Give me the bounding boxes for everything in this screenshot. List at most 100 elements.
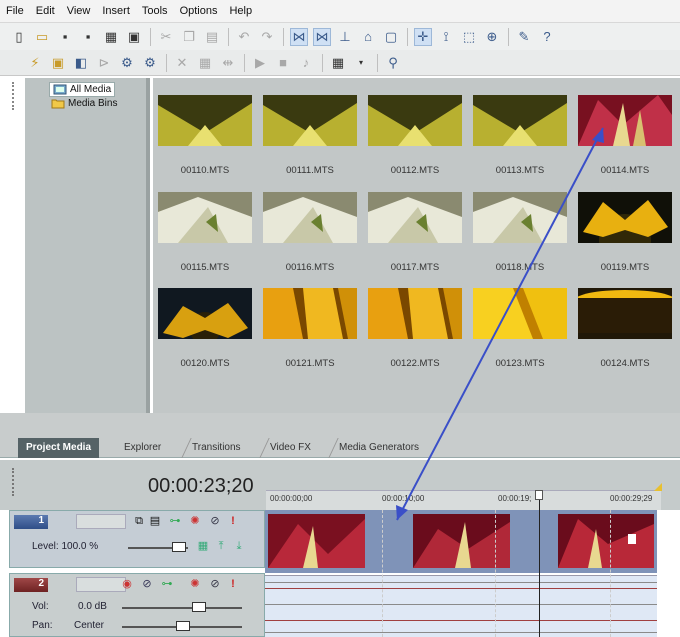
properties-icon[interactable]: ▣ bbox=[125, 28, 143, 46]
auto-preview-icon[interactable]: ♪ bbox=[297, 54, 315, 72]
media-thumbnail[interactable] bbox=[578, 288, 672, 339]
menu-tools[interactable]: Tools bbox=[142, 5, 168, 17]
media-thumbnail[interactable] bbox=[473, 192, 567, 243]
snapping-icon[interactable]: ⋈ bbox=[290, 27, 308, 46]
playhead-handle[interactable] bbox=[535, 490, 543, 500]
warning-icon[interactable]: ! bbox=[226, 514, 240, 528]
arm-record-icon[interactable]: ◉ bbox=[120, 577, 134, 591]
media-thumbnail[interactable] bbox=[158, 95, 252, 146]
tree-label-media-bins: Media Bins bbox=[68, 98, 118, 109]
save-icon[interactable]: ▪ bbox=[56, 28, 74, 46]
properties-media-icon[interactable]: ⚙ bbox=[118, 54, 136, 72]
get-photo-icon[interactable]: ◧ bbox=[72, 54, 90, 72]
media-thumbnail[interactable] bbox=[473, 288, 567, 339]
brush-icon[interactable]: ✎ bbox=[515, 28, 533, 46]
timeline-grip[interactable] bbox=[12, 468, 16, 496]
media-thumbnail[interactable] bbox=[263, 95, 357, 146]
invert-phase-icon[interactable]: ⊘ bbox=[140, 577, 154, 591]
cut-icon[interactable]: ✂ bbox=[157, 28, 175, 46]
redo-icon[interactable]: ↷ bbox=[258, 28, 276, 46]
playhead-cursor[interactable] bbox=[539, 498, 540, 637]
copy-icon[interactable]: ❐ bbox=[180, 28, 198, 46]
clip-icon[interactable]: ▦ bbox=[196, 54, 214, 72]
thumbnail-image bbox=[263, 288, 357, 339]
solo-audio-icon[interactable]: ⊘ bbox=[208, 577, 222, 591]
media-thumbnail[interactable] bbox=[368, 192, 462, 243]
track-motion-icon[interactable]: ⧉ bbox=[132, 514, 146, 528]
collapse-icon[interactable]: ⤓ bbox=[232, 539, 246, 553]
views-icon[interactable]: ▦ bbox=[329, 54, 347, 72]
tab-project-media[interactable]: Project Media bbox=[18, 438, 100, 458]
tree-item-media-bins[interactable]: Media Bins bbox=[51, 98, 117, 109]
audio-track-name-field[interactable] bbox=[76, 577, 126, 592]
bypass-icon[interactable]: ▦ bbox=[196, 539, 210, 553]
ripple-edit-icon[interactable]: ⊥ bbox=[336, 28, 354, 46]
track-fx-icon[interactable]: ▤ bbox=[148, 514, 162, 528]
remove-unused-icon[interactable]: ⊳ bbox=[95, 54, 113, 72]
media-thumbnail[interactable] bbox=[473, 95, 567, 146]
menu-options[interactable]: Options bbox=[180, 5, 218, 17]
video-track-lane[interactable] bbox=[265, 510, 657, 573]
ignore-grouping-icon[interactable]: ▢ bbox=[382, 28, 400, 46]
open-icon[interactable]: ▭ bbox=[33, 28, 51, 46]
composite-mode-icon[interactable]: ⊶ bbox=[168, 514, 182, 528]
loop-marker-icon[interactable] bbox=[654, 483, 662, 491]
menu-file[interactable]: File bbox=[6, 5, 24, 17]
media-fx-icon[interactable]: ⚙ bbox=[141, 54, 159, 72]
search-icon[interactable]: ⚲ bbox=[384, 54, 402, 72]
menu-edit[interactable]: Edit bbox=[36, 5, 55, 17]
thumbnail-image bbox=[578, 192, 672, 243]
menu-view[interactable]: View bbox=[67, 5, 91, 17]
normal-edit-tool-icon[interactable]: ✛ bbox=[414, 27, 432, 46]
menu-insert[interactable]: Insert bbox=[102, 5, 130, 17]
video-clip[interactable] bbox=[558, 514, 654, 568]
timeline-ruler[interactable]: 00:00:00;00 00:00:10;00 00:00:19; 00:00:… bbox=[266, 490, 661, 510]
new-icon[interactable]: ▯ bbox=[10, 28, 28, 46]
media-filename: 00113.MTS bbox=[495, 165, 545, 176]
mute-audio-icon[interactable]: ✺ bbox=[188, 577, 202, 591]
media-thumbnail[interactable] bbox=[578, 192, 672, 243]
help-icon[interactable]: ? bbox=[538, 28, 556, 46]
move-icon[interactable]: ⇹ bbox=[219, 54, 237, 72]
undo-icon[interactable]: ↶ bbox=[235, 28, 253, 46]
toolbar-separator bbox=[508, 27, 509, 46]
audio-track-lane[interactable] bbox=[265, 575, 657, 637]
stop-icon[interactable]: ■ bbox=[274, 54, 292, 72]
auto-crossfade-icon[interactable]: ⋈ bbox=[313, 27, 331, 46]
zoom-tool-icon[interactable]: ⊕ bbox=[483, 28, 501, 46]
expand-icon[interactable]: ⤒ bbox=[214, 539, 228, 553]
media-thumbnail[interactable] bbox=[578, 95, 672, 146]
lock-envelopes-icon[interactable]: ⌂ bbox=[359, 28, 377, 46]
track-fx-audio-icon[interactable]: ⊶ bbox=[160, 577, 174, 591]
pan-knob[interactable] bbox=[176, 621, 190, 631]
play-icon[interactable]: ▶ bbox=[251, 54, 269, 72]
import-media-icon[interactable]: ⚡ bbox=[26, 54, 44, 72]
mute-icon[interactable]: ✺ bbox=[188, 514, 202, 528]
media-thumbnail[interactable] bbox=[263, 192, 357, 243]
save-as-icon[interactable]: ▪ bbox=[79, 28, 97, 46]
media-thumbnail[interactable] bbox=[368, 95, 462, 146]
render-icon[interactable]: ▦ bbox=[102, 28, 120, 46]
media-thumbnail[interactable] bbox=[158, 288, 252, 339]
capture-video-icon[interactable]: ▣ bbox=[49, 54, 67, 72]
media-thumbnail[interactable] bbox=[158, 192, 252, 243]
thumbnail-image bbox=[263, 95, 357, 146]
warning-audio-icon[interactable]: ! bbox=[226, 577, 240, 591]
video-clip[interactable] bbox=[268, 514, 365, 568]
tree-item-all-media[interactable]: All Media bbox=[49, 82, 116, 97]
menu-help[interactable]: Help bbox=[229, 5, 252, 17]
media-thumbnail[interactable] bbox=[263, 288, 357, 339]
solo-icon[interactable]: ⊘ bbox=[208, 514, 222, 528]
tab-explorer[interactable]: Explorer bbox=[116, 438, 169, 458]
envelope-tool-icon[interactable]: ⟟ bbox=[437, 28, 455, 46]
video-level-knob[interactable] bbox=[172, 542, 186, 552]
views-dropdown-icon[interactable]: ▾ bbox=[352, 54, 370, 72]
vol-knob[interactable] bbox=[192, 602, 206, 612]
selection-tool-icon[interactable]: ⬚ bbox=[460, 28, 478, 46]
paste-icon[interactable]: ▤ bbox=[203, 28, 221, 46]
media-thumbnail[interactable] bbox=[368, 288, 462, 339]
panel-grip[interactable] bbox=[12, 82, 16, 110]
vol-slider[interactable] bbox=[122, 607, 242, 609]
delete-icon[interactable]: ✕ bbox=[173, 54, 191, 72]
video-track-name-field[interactable] bbox=[76, 514, 126, 529]
